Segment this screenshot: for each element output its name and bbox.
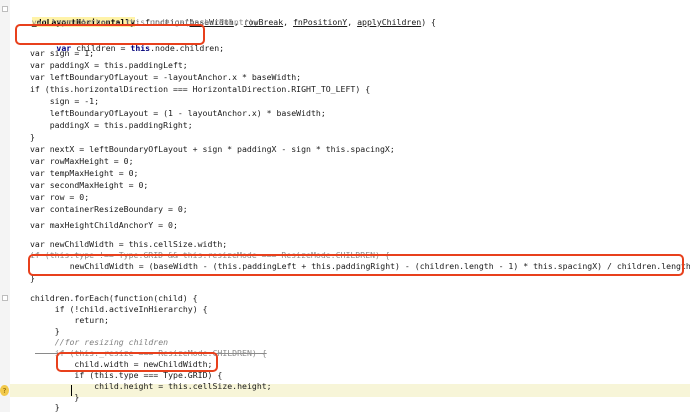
code-editor[interactable]: _doLayoutHorizontally: function(baseWidt… — [0, 0, 690, 412]
annotation-box-child-width — [56, 352, 218, 372]
fold-marker-icon[interactable] — [2, 295, 8, 301]
text-caret — [71, 385, 72, 396]
code-line[interactable]: _doLayoutHorizontally: function(baseWidt… — [12, 3, 436, 27]
annotation-box-newchildwidth — [28, 254, 684, 276]
editor-gutter[interactable] — [0, 0, 10, 412]
warning-bulb-icon[interactable]: ? — [0, 385, 9, 396]
code-line[interactable]: paddingX = this.paddingRight; — [30, 119, 193, 132]
annotation-box-children — [15, 24, 205, 45]
code-line[interactable]: var containerResizeBoundary = 0; — [30, 203, 188, 216]
fold-marker-icon[interactable] — [2, 6, 8, 12]
code-line[interactable]: } — [35, 401, 60, 414]
code-line[interactable]: var maxHeightChildAnchorY = 0; — [30, 219, 178, 232]
